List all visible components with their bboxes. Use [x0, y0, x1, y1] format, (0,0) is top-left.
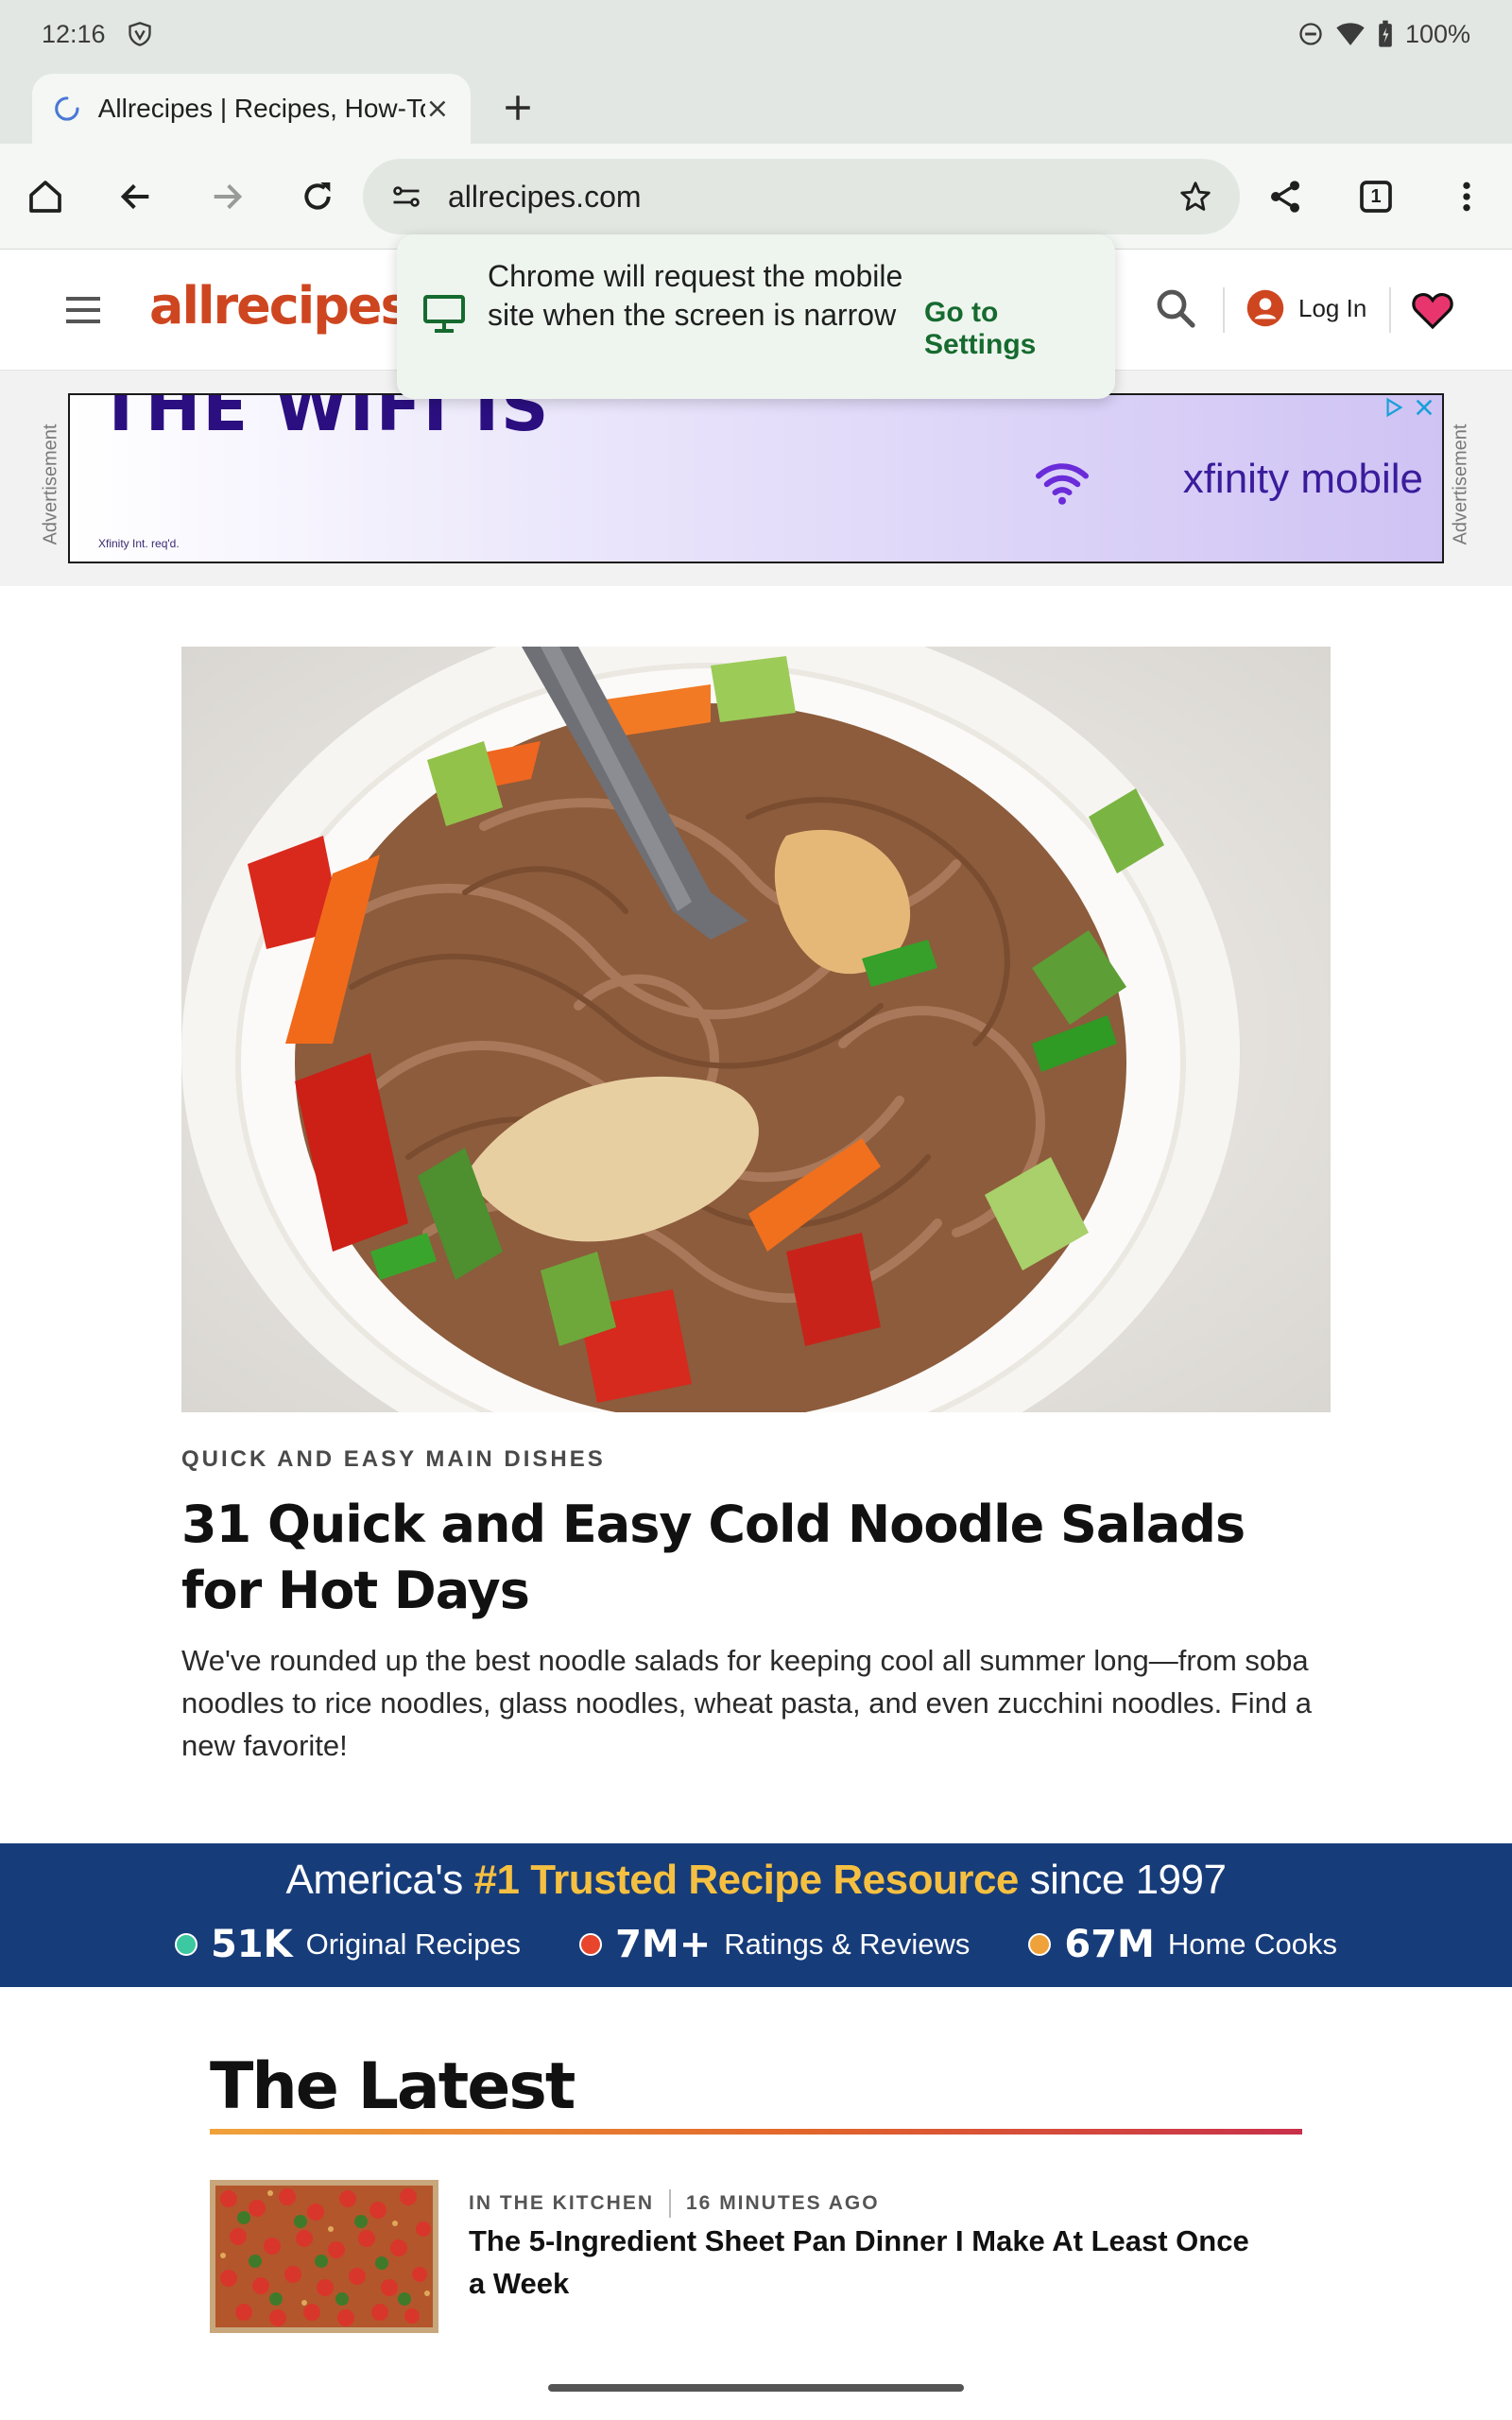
login-button[interactable]: Log In [1246, 282, 1366, 335]
section-heading: The Latest [210, 2049, 576, 2124]
close-tab-icon[interactable] [425, 96, 450, 121]
heart-icon[interactable] [1410, 287, 1455, 333]
reload-button[interactable] [291, 170, 344, 223]
wifi-icon [1036, 463, 1089, 505]
sheet-pan-photo [210, 2180, 438, 2333]
trust-prefix: America's [285, 1857, 464, 1903]
loading-spinner-icon [55, 96, 79, 121]
share-icon [1271, 181, 1299, 213]
go-to-settings-link[interactable]: Go to Settings [924, 297, 1115, 361]
trust-title: America's #1 Trusted Recipe Resource sin… [0, 1857, 1512, 1904]
ad-banner[interactable]: THE WIFI IS xfinity mobile Xfinity Int. … [68, 393, 1444, 563]
new-tab-button[interactable] [491, 81, 544, 134]
url-text[interactable]: allrecipes.com [448, 180, 642, 215]
reload-icon [304, 182, 331, 210]
site-settings-icon[interactable] [389, 180, 423, 214]
stat-label: Home Cooks [1167, 1927, 1338, 1961]
ad-headline: THE WIFI IS [98, 393, 551, 446]
article-time: 16 MINUTES AGO [686, 2192, 880, 2214]
section-rule [210, 2129, 1302, 2135]
trust-banner: America's #1 Trusted Recipe Resource sin… [0, 1843, 1512, 1987]
tab-title: Allrecipes | Recipes, How-To [97, 94, 426, 123]
back-button[interactable] [110, 170, 163, 223]
forward-button[interactable] [200, 170, 253, 223]
stat-dot [1028, 1933, 1052, 1956]
ad-label-right: Advertisement [1442, 408, 1480, 560]
ad-choices[interactable] [1383, 397, 1435, 418]
article-description: We've rounded up the best noodle salads … [181, 1644, 1312, 1762]
trust-stats: 51K Original Recipes 7M+ Ratings & Revie… [0, 1923, 1512, 1966]
plus-icon [506, 95, 530, 120]
article-headline[interactable]: 31 Quick and Easy Cold Noodle Salads for… [181, 1492, 1331, 1624]
ad-label-text: Advertisement [40, 424, 61, 544]
stat-dot [174, 1933, 198, 1956]
allrecipes-logo[interactable]: allrecipes [149, 272, 426, 336]
stat-value: 67M [1064, 1923, 1155, 1966]
stat-label: Original Recipes [305, 1927, 522, 1961]
article-category-label[interactable]: IN THE KITCHEN [469, 2192, 654, 2215]
hero-image[interactable] [181, 647, 1331, 1412]
arrow-right-icon [214, 183, 243, 210]
stat-dot [579, 1933, 603, 1956]
do-not-disturb-icon [1299, 23, 1322, 45]
battery-icon [1379, 20, 1392, 47]
arrow-left-icon [120, 183, 149, 210]
wifi-signal-icon [1336, 23, 1365, 45]
vpn-icon [128, 22, 151, 46]
stat-item: 67M Home Cooks [1028, 1923, 1337, 1966]
stat-item: 7M+ Ratings & Reviews [579, 1923, 970, 1966]
battery-level: 100% [1404, 19, 1470, 48]
stat-value: 7M+ [615, 1923, 712, 1966]
advertisement-area: Advertisement THE WIFI IS xfinity mobile… [0, 371, 1512, 586]
article-title[interactable]: The 5-Ingredient Sheet Pan Dinner I Make… [469, 2220, 1263, 2305]
ad-label-left: Advertisement [32, 408, 70, 560]
status-time: 12:16 [42, 19, 106, 48]
gesture-navigation-bar[interactable] [548, 2384, 964, 2392]
tab-switcher-button[interactable]: 1 [1349, 170, 1402, 223]
ad-close-icon[interactable] [1414, 397, 1435, 418]
ad-label-text: Advertisement [1450, 424, 1471, 544]
ad-brand: xfinity mobile [1182, 456, 1423, 502]
share-button[interactable] [1259, 170, 1312, 223]
trust-highlight: #1 Trusted Recipe Resource [473, 1857, 1020, 1903]
meta-divider [669, 2189, 671, 2218]
home-icon [29, 181, 61, 213]
desktop-monitor-icon [423, 295, 465, 333]
ad-choices-icon[interactable] [1383, 397, 1404, 418]
bookmark-star-icon[interactable] [1177, 179, 1213, 215]
tab-strip: Allrecipes | Recipes, How-To [0, 68, 1512, 144]
stat-label: Ratings & Reviews [724, 1927, 971, 1961]
article-meta: IN THE KITCHEN 16 MINUTES AGO [469, 2189, 880, 2218]
user-avatar-icon [1246, 289, 1284, 327]
address-bar[interactable]: allrecipes.com [363, 159, 1240, 234]
home-button[interactable] [19, 170, 72, 223]
browser-tab[interactable]: Allrecipes | Recipes, How-To [32, 74, 471, 144]
search-icon[interactable] [1153, 284, 1198, 333]
tooltip-message: Chrome will request the mobile site when… [488, 259, 903, 332]
stat-value: 51K [210, 1923, 293, 1966]
more-vert-icon [1463, 182, 1470, 212]
trust-suffix: since 1997 [1029, 1857, 1227, 1903]
article-thumbnail[interactable] [210, 2180, 438, 2333]
header-divider [1389, 287, 1391, 333]
article-category[interactable]: QUICK AND EASY MAIN DISHES [181, 1446, 606, 1473]
login-label: Log In [1298, 293, 1367, 322]
ad-fine-print: Xfinity Int. req'd. [98, 537, 180, 550]
stat-item: 51K Original Recipes [174, 1923, 522, 1966]
menu-button[interactable] [1440, 170, 1493, 223]
header-divider [1223, 287, 1225, 333]
hamburger-menu-icon[interactable] [60, 287, 106, 333]
noodle-salad-photo [181, 647, 1331, 1412]
tab-count: 1 [1370, 185, 1382, 207]
desktop-site-tooltip: Chrome will request the mobile site when… [397, 234, 1115, 399]
logo-text: allrecipes [149, 276, 411, 336]
status-bar: 12:16 100% [0, 0, 1512, 68]
